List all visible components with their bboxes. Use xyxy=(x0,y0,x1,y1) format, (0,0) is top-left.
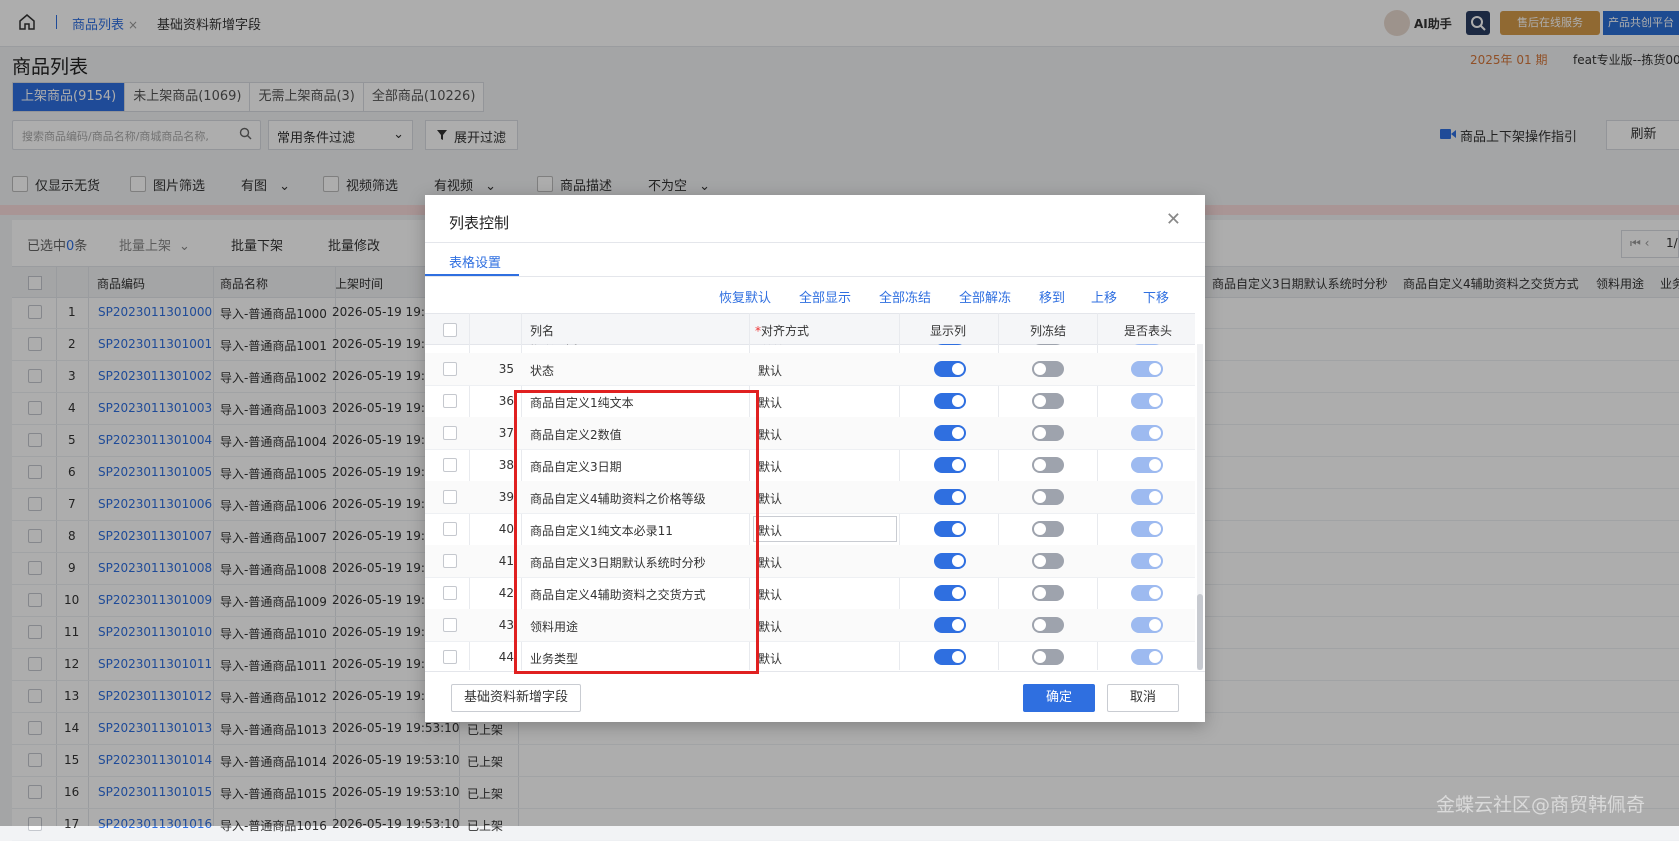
show-column-toggle[interactable] xyxy=(934,649,966,665)
is-header-toggle[interactable] xyxy=(1131,553,1163,569)
row-number: 39 xyxy=(498,490,514,504)
is-header-toggle[interactable] xyxy=(1131,617,1163,633)
align-value[interactable]: 默认 xyxy=(758,490,782,507)
is-header-toggle[interactable] xyxy=(1131,393,1163,409)
show-column-toggle[interactable] xyxy=(934,489,966,505)
align-value[interactable]: 默认 xyxy=(758,554,782,571)
freeze-column-toggle[interactable] xyxy=(1032,344,1064,345)
show-column-toggle[interactable] xyxy=(934,393,966,409)
dialog-title: 列表控制 xyxy=(449,214,510,232)
row-number: 35 xyxy=(498,362,514,376)
show-column-toggle[interactable] xyxy=(934,553,966,569)
unfreeze-all-link[interactable]: 全部解冻 xyxy=(959,287,1011,306)
show-column-toggle[interactable] xyxy=(934,425,966,441)
align-value[interactable]: 默认 xyxy=(758,362,782,379)
row-number: 44 xyxy=(498,650,514,664)
show-column-toggle[interactable] xyxy=(934,585,966,601)
row-checkbox[interactable] xyxy=(443,618,457,632)
row-number: 40 xyxy=(498,522,514,536)
show-column-toggle[interactable] xyxy=(934,361,966,377)
add-basic-field-button[interactable]: 基础资料新增字段 xyxy=(451,684,581,712)
align-value[interactable]: 默认 xyxy=(758,650,782,667)
freeze-column-toggle[interactable] xyxy=(1032,393,1064,409)
align-value[interactable]: 默认 xyxy=(758,586,782,603)
th-is-header: 是否表头 xyxy=(1124,324,1173,338)
freeze-column-toggle[interactable] xyxy=(1032,457,1064,473)
align-value[interactable]: 默认 xyxy=(758,344,782,347)
align-value[interactable]: 默认 xyxy=(758,394,782,411)
show-column-toggle[interactable] xyxy=(934,617,966,633)
freeze-all-link[interactable]: 全部冻结 xyxy=(879,287,931,306)
settings-row[interactable]: 35 状态 默认 xyxy=(425,353,1195,386)
freeze-column-toggle[interactable] xyxy=(1032,617,1064,633)
is-header-toggle[interactable] xyxy=(1131,457,1163,473)
cancel-button[interactable]: 取消 xyxy=(1107,684,1179,712)
align-value[interactable]: 默认 xyxy=(758,426,782,443)
watermark: 金蝶云社区@商贸韩佩奇 xyxy=(1436,794,1646,816)
row-checkbox[interactable] xyxy=(443,650,457,664)
show-column-toggle[interactable] xyxy=(934,344,966,345)
row-checkbox[interactable] xyxy=(443,522,457,536)
row-checkbox[interactable] xyxy=(443,394,457,408)
row-checkbox[interactable] xyxy=(443,586,457,600)
freeze-column-toggle[interactable] xyxy=(1032,553,1064,569)
row-number: 42 xyxy=(498,586,514,600)
column-name: 修改时间 xyxy=(530,344,578,347)
align-value[interactable]: 默认 xyxy=(758,458,782,475)
is-header-toggle[interactable] xyxy=(1131,585,1163,601)
settings-table-header: 列名 *对齐方式 显示列 列冻结 是否表头 xyxy=(425,313,1195,345)
row-number: 41 xyxy=(498,554,514,568)
row-number: 43 xyxy=(498,618,514,632)
highlight-annotation-box xyxy=(514,390,759,674)
close-icon[interactable]: ✕ xyxy=(1166,209,1181,230)
is-header-toggle[interactable] xyxy=(1131,489,1163,505)
tab-table-settings[interactable]: 表格设置 xyxy=(449,252,501,271)
row-checkbox[interactable] xyxy=(443,426,457,440)
freeze-column-toggle[interactable] xyxy=(1032,425,1064,441)
is-header-toggle[interactable] xyxy=(1131,521,1163,537)
is-header-toggle[interactable] xyxy=(1131,425,1163,441)
settings-scrollbar[interactable] xyxy=(1197,344,1203,670)
th-align: *对齐方式 xyxy=(755,324,810,338)
freeze-column-toggle[interactable] xyxy=(1032,521,1064,537)
freeze-column-toggle[interactable] xyxy=(1032,361,1064,377)
row-checkbox[interactable] xyxy=(443,554,457,568)
row-checkbox[interactable] xyxy=(443,490,457,504)
show-column-toggle[interactable] xyxy=(934,457,966,473)
align-value[interactable]: 默认 xyxy=(758,522,782,539)
row-number: 36 xyxy=(498,394,514,408)
show-column-toggle[interactable] xyxy=(934,521,966,537)
is-header-toggle[interactable] xyxy=(1131,649,1163,665)
row-number: 37 xyxy=(498,426,514,440)
align-value[interactable]: 默认 xyxy=(758,618,782,635)
restore-default-link[interactable]: 恢复默认 xyxy=(719,287,771,306)
confirm-button[interactable]: 确定 xyxy=(1023,684,1095,712)
freeze-column-toggle[interactable] xyxy=(1032,489,1064,505)
move-down-link[interactable]: 下移 xyxy=(1143,287,1169,306)
is-header-toggle[interactable] xyxy=(1131,344,1163,345)
th-freeze: 列冻结 xyxy=(1030,324,1067,338)
row-number: 38 xyxy=(498,458,514,472)
row-checkbox[interactable] xyxy=(443,458,457,472)
freeze-column-toggle[interactable] xyxy=(1032,649,1064,665)
select-all-checkbox[interactable] xyxy=(443,323,457,337)
th-show: 显示列 xyxy=(930,324,967,338)
is-header-toggle[interactable] xyxy=(1131,361,1163,377)
show-all-link[interactable]: 全部显示 xyxy=(799,287,851,306)
move-up-link[interactable]: 上移 xyxy=(1091,287,1117,306)
move-to-link[interactable]: 移到 xyxy=(1039,287,1065,306)
th-column-name: 列名 xyxy=(530,324,555,338)
row-checkbox[interactable] xyxy=(443,362,457,376)
column-name: 状态 xyxy=(530,364,555,378)
freeze-column-toggle[interactable] xyxy=(1032,585,1064,601)
